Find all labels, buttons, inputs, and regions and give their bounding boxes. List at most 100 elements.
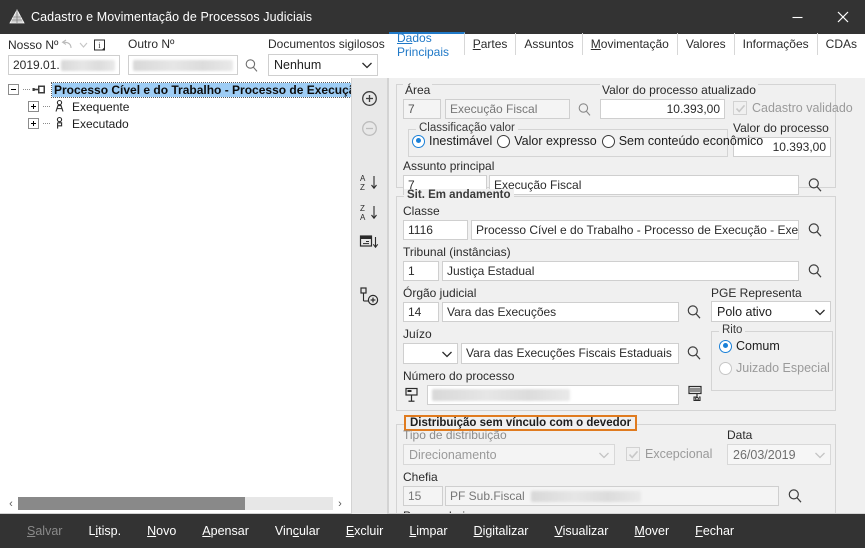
radio-dot: [497, 134, 511, 148]
assunto-name-input[interactable]: Execução Fiscal: [489, 175, 799, 195]
scrollbar-track[interactable]: [18, 497, 333, 510]
tab-valores[interactable]: Valores: [678, 33, 735, 55]
tree-node-root[interactable]: Processo Cível e do Trabalho - Processo …: [0, 81, 351, 98]
chevron-left-icon[interactable]: ‹: [4, 498, 18, 510]
tribunal-label: Tribunal (instâncias): [403, 245, 511, 259]
tribunal-name-value: Justiça Estadual: [447, 263, 535, 278]
mover-button[interactable]: Mover: [621, 524, 682, 538]
sort-az-button[interactable]: A Z: [355, 168, 385, 196]
sort-date-button[interactable]: [355, 228, 385, 256]
radio-inestimavel[interactable]: Inestimável: [412, 134, 492, 148]
documentos-sigilosos-value: Nenhum: [274, 58, 322, 72]
radio-label: Sem conteúdo econômico: [618, 134, 764, 148]
tribunal-code-input[interactable]: 1: [403, 261, 439, 281]
tree-expander-expand[interactable]: [28, 118, 39, 129]
tree-expander-collapse[interactable]: [8, 84, 19, 95]
tree-connector: [23, 89, 30, 90]
radio-sem-conteudo-economico[interactable]: Sem conteúdo econômico: [601, 134, 764, 148]
numero-processo-input[interactable]: [427, 385, 679, 405]
chefia-code-input[interactable]: 15: [403, 486, 443, 506]
dados-principais-panel: Área 7 Execução Fiscal Valor do processo…: [388, 78, 865, 514]
classe-name-input[interactable]: Processo Cível e do Trabalho - Processo …: [471, 220, 799, 240]
vincular-button[interactable]: Vincular: [262, 524, 333, 538]
novo-button[interactable]: Novo: [134, 524, 189, 538]
tab-dados-principais[interactable]: Dados Principais: [389, 31, 465, 59]
assunto-search-button[interactable]: [806, 176, 824, 194]
search-icon: [808, 223, 822, 237]
redacted-value: [530, 490, 641, 502]
juizo-search-button[interactable]: [685, 344, 703, 362]
fechar-button[interactable]: Fechar: [682, 524, 747, 538]
tree-node-executado[interactable]: Executado: [0, 115, 351, 132]
collapse-all-button[interactable]: [355, 114, 385, 142]
juizo-name-input[interactable]: Vara das Execuções Fiscais Estaduais: [461, 343, 679, 364]
close-button[interactable]: [820, 0, 865, 34]
outro-numero-input[interactable]: [128, 55, 238, 75]
outro-numero-search-button[interactable]: [242, 56, 260, 74]
chefia-search-button[interactable]: [786, 487, 804, 505]
documentos-sigilosos-select[interactable]: Nenhum: [268, 54, 378, 76]
visualizar-button[interactable]: Visualizar: [541, 524, 621, 538]
radio-valor-expresso[interactable]: Valor expresso: [497, 134, 597, 148]
juizo-select[interactable]: [403, 343, 458, 364]
expand-all-button[interactable]: [355, 84, 385, 112]
assunto-principal-label: Assunto principal: [403, 159, 495, 173]
chevron-right-icon[interactable]: ›: [333, 498, 347, 510]
checkbox-box: [626, 447, 640, 461]
undo-arrow-icon[interactable]: [61, 39, 74, 51]
juizo-name-value: Vara das Execuções Fiscais Estaduais: [466, 346, 672, 360]
plus-circle-icon: [362, 90, 377, 106]
redacted-value: [133, 59, 233, 71]
tree-node-exequente[interactable]: Exequente: [0, 98, 351, 115]
classe-search-button[interactable]: [806, 221, 824, 239]
digitalizar-button[interactable]: Digitalizar: [461, 524, 542, 538]
numero-processo-format-button[interactable]: [403, 385, 423, 405]
cadastro-validado-checkbox[interactable]: Cadastro validado: [733, 101, 853, 115]
limpar-button[interactable]: Limpar: [396, 524, 460, 538]
pge-representa-select[interactable]: Polo ativo: [711, 301, 831, 322]
valor-atualizado-input[interactable]: 10.393,00: [600, 99, 725, 119]
minimize-button[interactable]: [775, 0, 820, 34]
area-search-button[interactable]: [575, 100, 593, 118]
procuradoria-label: Procuradoria: [403, 509, 472, 513]
tipo-distribuicao-select[interactable]: Direcionamento: [403, 444, 615, 465]
orgao-name-input[interactable]: Vara das Execuções: [442, 302, 679, 322]
chefia-name-value: PF Sub.Fiscal: [450, 488, 525, 503]
barcode-scan-button[interactable]: [685, 384, 707, 406]
apensar-button[interactable]: Apensar: [189, 524, 262, 538]
nosso-numero-input[interactable]: 2019.01.: [8, 55, 120, 75]
info-icon[interactable]: i: [93, 39, 106, 52]
tribunal-name-input[interactable]: Justiça Estadual: [442, 261, 799, 281]
scrollbar-thumb[interactable]: [18, 497, 245, 510]
minimize-icon: [792, 16, 803, 18]
orgao-code-input[interactable]: 14: [403, 302, 439, 322]
tree-expander-expand[interactable]: [28, 101, 39, 112]
action-toolbar: Salvar Litisp. Novo Apensar Vincular Exc…: [0, 514, 865, 548]
tribunal-search-button[interactable]: [806, 262, 824, 280]
tab-informacoes[interactable]: Informações: [735, 33, 818, 55]
chevron-down-icon[interactable]: [77, 39, 90, 51]
excluir-button[interactable]: Excluir: [333, 524, 397, 538]
radio-juizado-especial[interactable]: Juizado Especial: [719, 361, 830, 375]
litisp-button[interactable]: Litisp.: [75, 524, 134, 538]
salvar-button[interactable]: Salvar: [14, 524, 75, 538]
orgao-search-button[interactable]: [685, 303, 703, 321]
tab-assuntos[interactable]: Assuntos: [516, 33, 583, 55]
tree-connector: [43, 123, 50, 124]
tab-partes[interactable]: Partes: [465, 33, 517, 55]
area-code-input[interactable]: 7: [403, 99, 441, 119]
excepcional-checkbox[interactable]: Excepcional: [626, 447, 712, 461]
sort-za-button[interactable]: Z A: [355, 198, 385, 226]
tree-horizontal-scrollbar[interactable]: ‹ ›: [0, 494, 351, 513]
area-name-value: Execução Fiscal: [450, 101, 538, 116]
radio-dot: [601, 134, 615, 148]
add-node-button[interactable]: [355, 282, 385, 310]
area-name-input[interactable]: Execução Fiscal: [445, 99, 570, 119]
chefia-name-input[interactable]: PF Sub.Fiscal: [445, 486, 779, 506]
orgao-judicial-label: Órgão judicial: [403, 286, 477, 300]
classe-code-input[interactable]: 1116: [403, 220, 468, 240]
tab-movimentacao[interactable]: Movimentação: [583, 33, 678, 55]
radio-comum[interactable]: Comum: [719, 339, 780, 353]
data-input[interactable]: 26/03/2019: [727, 444, 831, 465]
tab-cdas[interactable]: CDAs: [818, 33, 865, 55]
